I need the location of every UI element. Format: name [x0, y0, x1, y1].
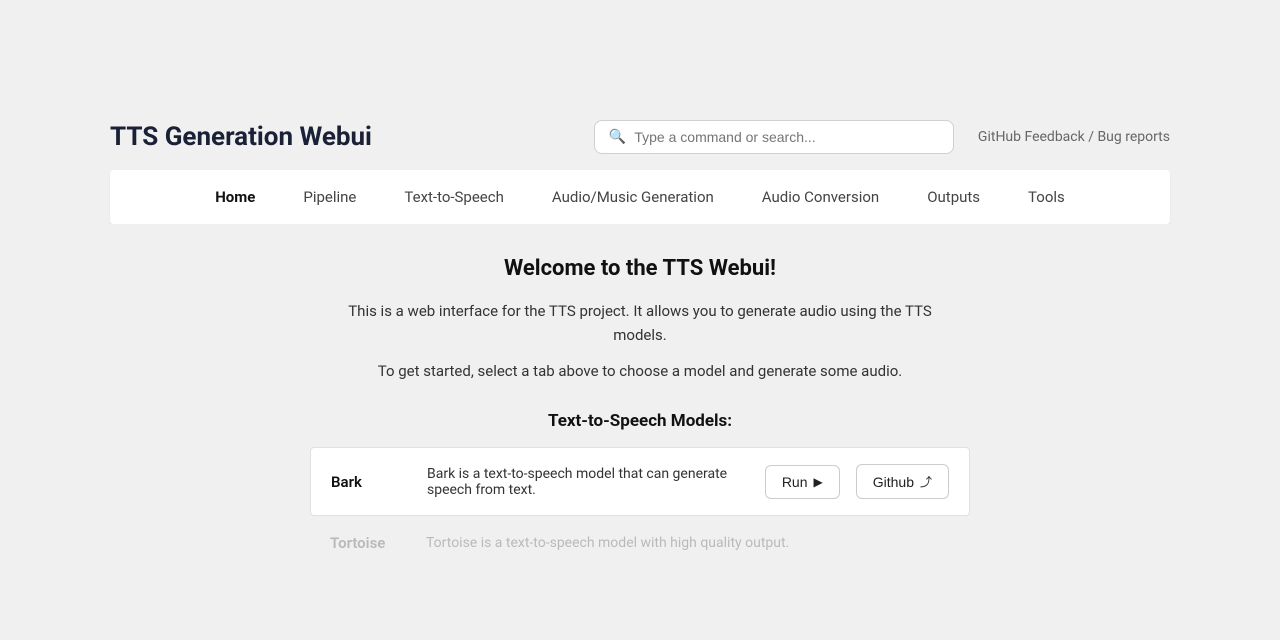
external-link-icon-bark: ⤴ — [920, 473, 932, 490]
model-row-bark: Bark Bark is a text-to-speech model that… — [310, 447, 970, 516]
model-desc-tortoise: Tortoise is a text-to-speech model with … — [426, 535, 950, 551]
search-bar: 🔍 — [594, 120, 954, 154]
model-name-tortoise: Tortoise — [330, 534, 410, 552]
github-feedback-link[interactable]: GitHub Feedback / Bug reports — [978, 129, 1170, 145]
nav-item-outputs[interactable]: Outputs — [919, 184, 988, 210]
welcome-desc2: To get started, select a tab above to ch… — [378, 359, 902, 383]
search-icon: 🔍 — [609, 129, 626, 145]
welcome-title: Welcome to the TTS Webui! — [504, 256, 776, 281]
model-desc-bark: Bark is a text-to-speech model that can … — [427, 466, 749, 498]
github-button-bark[interactable]: Github ⤴ — [856, 464, 949, 499]
model-row-tortoise: Tortoise Tortoise is a text-to-speech mo… — [310, 524, 970, 562]
nav-item-audio-conversion[interactable]: Audio Conversion — [754, 184, 887, 210]
nav-item-pipeline[interactable]: Pipeline — [295, 184, 364, 210]
welcome-desc1: This is a web interface for the TTS proj… — [320, 299, 960, 347]
nav-item-audio-music[interactable]: Audio/Music Generation — [544, 184, 722, 210]
section-title: Text-to-Speech Models: — [548, 411, 732, 431]
github-label-bark: Github — [873, 474, 914, 490]
model-name-bark: Bark — [331, 473, 411, 491]
nav-item-tools[interactable]: Tools — [1020, 184, 1073, 210]
run-button-bark[interactable]: Run ▶ — [765, 465, 840, 499]
run-icon-bark: ▶ — [814, 475, 823, 489]
search-input[interactable] — [634, 129, 939, 145]
main-nav: Home Pipeline Text-to-Speech Audio/Music… — [110, 170, 1170, 224]
nav-item-home[interactable]: Home — [207, 184, 263, 210]
models-table: Bark Bark is a text-to-speech model that… — [310, 447, 970, 562]
app-title: TTS Generation Webui — [110, 122, 372, 152]
main-content: Welcome to the TTS Webui! This is a web … — [110, 224, 1170, 562]
run-label-bark: Run — [782, 474, 808, 490]
nav-item-tts[interactable]: Text-to-Speech — [396, 184, 512, 210]
